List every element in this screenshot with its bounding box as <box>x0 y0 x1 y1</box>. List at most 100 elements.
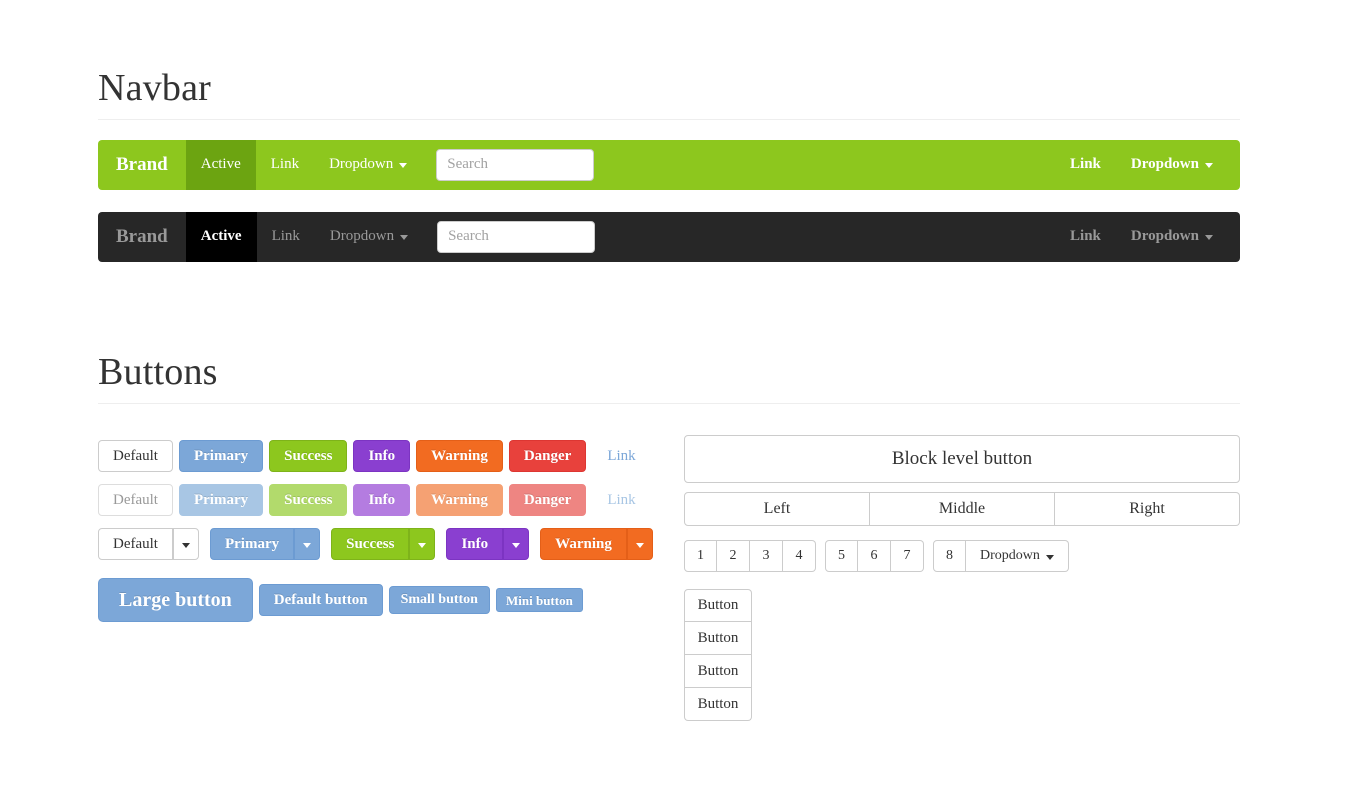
split-button-success-main[interactable]: Success <box>331 528 410 560</box>
split-button-default-toggle[interactable] <box>172 528 199 560</box>
search-input-inverse-navbar[interactable] <box>437 220 596 253</box>
navbar-inverse-item-active[interactable]: Active <box>185 211 257 262</box>
chevron-down-icon <box>181 542 190 548</box>
page-title-navbar: Navbar <box>98 67 212 109</box>
navbar-default-search <box>422 140 598 190</box>
buttons-right-column: Block level button Left Middle Right 1 2… <box>684 435 1240 721</box>
navbar-section: Navbar Brand Active Link Dropdown Search… <box>98 67 1240 284</box>
button-link[interactable]: Link <box>592 440 650 472</box>
navbar-default-item-link[interactable]: Link <box>256 140 314 190</box>
chevron-down-icon <box>635 542 644 548</box>
navbar-inverse-item-dropdown-label: Dropdown <box>329 228 395 245</box>
button-primary[interactable]: Primary <box>178 440 264 472</box>
button-default[interactable]: Default <box>98 440 173 472</box>
chevron-down-icon <box>1045 554 1054 560</box>
numbered-button-7[interactable]: 7 <box>891 540 924 572</box>
navbar-inverse-right-link-label: Link <box>1070 228 1101 245</box>
justified-button-group: Left Middle Right <box>684 492 1240 526</box>
split-button-success-toggle[interactable] <box>409 528 436 560</box>
split-button-info: Info <box>446 528 530 560</box>
numbered-button-6[interactable]: 6 <box>858 540 891 572</box>
button-row-disabled: Default Primary Success Info Warning Dan… <box>98 484 658 516</box>
navbar-inverse-search <box>423 212 599 262</box>
button-small[interactable]: Small button <box>388 586 490 614</box>
navbar-default-right: Link Dropdown <box>1055 140 1240 190</box>
navbar-default-item-active-label: Active <box>200 156 241 173</box>
buttons-section-header: Buttons <box>98 351 1240 404</box>
button-warning[interactable]: Warning <box>416 440 503 472</box>
vertical-button-1[interactable]: Button <box>684 589 752 622</box>
navbar-inverse-right: Link Dropdown <box>1055 212 1240 262</box>
navbar-inverse-brand[interactable]: Brand <box>98 212 186 262</box>
button-large[interactable]: Large button <box>98 578 253 622</box>
button-warning-disabled: Warning <box>416 484 503 516</box>
chevron-down-icon <box>512 542 521 548</box>
block-level-button[interactable]: Block level button <box>684 435 1240 483</box>
chevron-down-icon <box>303 542 312 548</box>
split-button-primary-toggle[interactable] <box>294 528 321 560</box>
button-default-size[interactable]: Default button <box>258 584 383 616</box>
numbered-group-3: 8 Dropdown <box>933 540 1069 572</box>
page-root: Navbar Brand Active Link Dropdown Search… <box>0 0 1360 800</box>
navbar-default-item-dropdown-label: Dropdown <box>329 156 394 173</box>
search-input-default-navbar[interactable] <box>436 148 595 181</box>
button-info-disabled: Info <box>353 484 411 516</box>
chevron-down-icon <box>418 542 427 548</box>
navbar-section-header: Navbar <box>98 67 1240 120</box>
navbar-default: Brand Active Link Dropdown Link <box>98 139 1240 190</box>
vertical-button-2[interactable]: Button <box>684 622 752 655</box>
split-button-warning: Warning <box>540 528 653 560</box>
navbar-default-item-link-label: Link <box>270 156 300 173</box>
split-button-primary: Primary <box>209 528 321 560</box>
justified-button-right[interactable]: Right <box>1055 492 1240 526</box>
chevron-down-icon <box>399 163 408 169</box>
numbered-button-5[interactable]: 5 <box>825 540 858 572</box>
navbar-default-item-active[interactable]: Active <box>185 139 256 190</box>
justified-button-middle[interactable]: Middle <box>870 492 1055 526</box>
navbar-default-item-dropdown[interactable]: Dropdown <box>314 140 422 190</box>
split-button-default: Default <box>98 528 199 560</box>
navbar-default-right-link-label: Link <box>1070 156 1101 173</box>
button-info[interactable]: Info <box>353 440 411 472</box>
navbar-default-right-dropdown[interactable]: Dropdown <box>1116 140 1228 190</box>
justified-button-left[interactable]: Left <box>684 492 870 526</box>
navbar-inverse-item-link[interactable]: Link <box>257 212 315 262</box>
navbar-inverse-right-dropdown-label: Dropdown <box>1130 228 1199 245</box>
button-row-normal: Default Primary Success Info Warning Dan… <box>98 440 658 472</box>
navbar-inverse-item-dropdown[interactable]: Dropdown <box>315 212 423 262</box>
numbered-group-dropdown[interactable]: Dropdown <box>966 540 1069 572</box>
buttons-left-column: Default Primary Success Info Warning Dan… <box>98 440 658 622</box>
navbar-inverse-right-link[interactable]: Link <box>1055 212 1116 262</box>
numbered-group-2: 5 6 7 <box>825 540 924 572</box>
vertical-button-3[interactable]: Button <box>684 655 752 688</box>
navbar-default-right-link[interactable]: Link <box>1055 140 1116 190</box>
numbered-button-1[interactable]: 1 <box>684 540 717 572</box>
numbered-button-3[interactable]: 3 <box>750 540 783 572</box>
navbar-inverse-left: Brand Active Link Dropdown <box>98 211 599 262</box>
navbar-inverse-right-dropdown[interactable]: Dropdown <box>1116 212 1228 262</box>
split-button-primary-main[interactable]: Primary <box>209 528 295 560</box>
split-button-info-toggle[interactable] <box>503 528 530 560</box>
numbered-button-2[interactable]: 2 <box>717 540 750 572</box>
navbar-default-brand[interactable]: Brand <box>98 140 186 190</box>
navbar-inverse-item-active-label: Active <box>200 228 242 245</box>
chevron-down-icon <box>1205 163 1213 169</box>
numbered-button-groups: 1 2 3 4 5 6 7 8 Dropdown <box>684 540 1240 572</box>
button-danger-disabled: Danger <box>508 484 587 516</box>
split-button-info-main[interactable]: Info <box>446 528 504 560</box>
numbered-group-dropdown-label: Dropdown <box>980 548 1040 563</box>
button-default-disabled: Default <box>98 484 173 516</box>
button-row-sizes: Large button Default button Small button… <box>98 578 658 622</box>
split-button-warning-main[interactable]: Warning <box>540 528 627 560</box>
split-button-warning-toggle[interactable] <box>626 528 653 560</box>
numbered-button-4[interactable]: 4 <box>783 540 816 572</box>
vertical-button-4[interactable]: Button <box>684 688 752 721</box>
numbered-group-1: 1 2 3 4 <box>684 540 816 572</box>
split-button-default-main[interactable]: Default <box>98 528 173 560</box>
button-success[interactable]: Success <box>269 440 348 472</box>
button-mini[interactable]: Mini button <box>495 588 583 612</box>
button-primary-disabled: Primary <box>178 484 264 516</box>
button-danger[interactable]: Danger <box>508 440 587 472</box>
numbered-button-8[interactable]: 8 <box>933 540 966 572</box>
navbar-default-right-dropdown-label: Dropdown <box>1130 156 1199 173</box>
